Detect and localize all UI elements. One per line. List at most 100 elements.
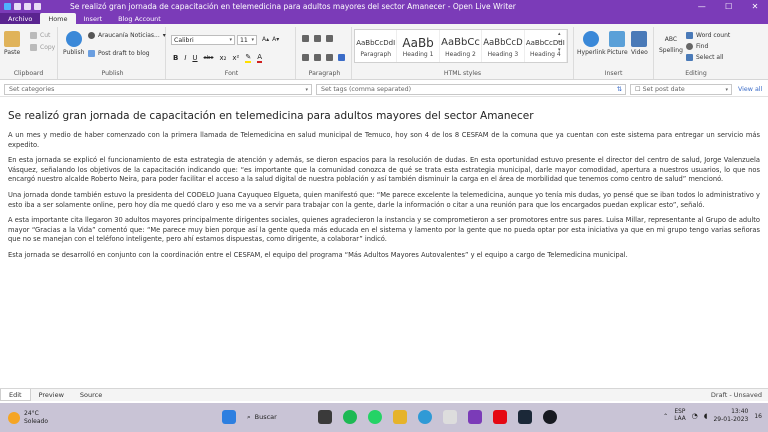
font-size-select[interactable]: 11 ▾ <box>237 35 257 45</box>
scissors-icon <box>30 32 37 39</box>
open-live-writer-icon[interactable] <box>468 410 482 424</box>
bullet-list-icon[interactable] <box>302 35 309 42</box>
copy-button[interactable]: Copy <box>30 44 55 51</box>
spotify-icon[interactable] <box>343 410 357 424</box>
underline-button[interactable]: U <box>192 54 197 62</box>
strikethrough-button[interactable]: abc <box>204 55 214 61</box>
gallery-more-icon[interactable]: ▾ <box>558 46 561 54</box>
tab-insert[interactable]: Insert <box>76 13 111 24</box>
tab-edit[interactable]: Edit <box>0 389 31 401</box>
blog-selector[interactable]: Araucanía Noticias... ▾ <box>88 32 166 39</box>
store-icon[interactable] <box>443 410 457 424</box>
tab-archivo[interactable]: Archivo <box>0 13 41 24</box>
post-paragraph[interactable]: Una jornada donde también estuvo la pres… <box>8 191 760 210</box>
publish-label: Publish <box>101 70 124 77</box>
spelling-button[interactable]: ABC Spelling <box>659 31 683 55</box>
word-count-icon <box>686 32 693 39</box>
word-count-button[interactable]: Word count <box>686 32 730 39</box>
categories-field[interactable]: Set categories ▾ <box>4 84 312 95</box>
notification-badge[interactable]: 16 <box>754 413 762 420</box>
taskbar-search[interactable]: ⌕ Buscar <box>247 413 307 422</box>
italic-button[interactable]: I <box>184 54 186 62</box>
task-view-icon[interactable] <box>318 410 332 424</box>
shrink-font-icon[interactable]: A▾ <box>272 36 279 43</box>
file-explorer-icon[interactable] <box>393 410 407 424</box>
superscript-button[interactable]: x² <box>232 54 239 62</box>
paste-button[interactable]: Paste <box>4 31 20 56</box>
grow-font-icon[interactable]: A▴ <box>262 36 269 43</box>
view-all-link[interactable]: View all <box>738 86 762 93</box>
numbered-list-icon[interactable] <box>314 35 321 42</box>
system-tray: ⌃ ESP LAA ◔ ◖ 13:40 29-01-2023 16 <box>663 408 762 424</box>
align-right-icon[interactable] <box>326 54 333 61</box>
redo-icon[interactable] <box>34 3 41 10</box>
tab-blog-account[interactable]: Blog Account <box>110 13 169 24</box>
close-button[interactable]: ✕ <box>752 2 759 11</box>
font-grow-shrink[interactable]: A▴ A▾ <box>262 36 279 43</box>
ribbon-tabs: Archivo Home Insert Blog Account <box>0 13 768 24</box>
language-indicator[interactable]: ESP LAA <box>674 409 685 423</box>
tab-source[interactable]: Source <box>72 389 110 401</box>
clock[interactable]: 13:40 29-01-2023 <box>713 408 748 424</box>
netflix-icon[interactable] <box>493 410 507 424</box>
font-format-row: B I U abc x₂ x² ✎ A <box>173 53 263 63</box>
gallery-scroll[interactable]: ▴ ▾ ▾ <box>558 30 561 54</box>
style-heading-3[interactable]: AaBbCcD Heading 3 <box>482 30 525 62</box>
taskbar-apps: ⌕ Buscar <box>222 410 557 424</box>
tags-input[interactable]: Set tags (comma separated) ⇅ <box>316 84 626 95</box>
align-left-icon[interactable] <box>302 54 309 61</box>
steam-icon[interactable] <box>543 410 557 424</box>
video-button[interactable]: Video <box>631 31 648 56</box>
gallery-down-icon[interactable]: ▾ <box>558 38 561 46</box>
edge-icon[interactable] <box>418 410 432 424</box>
hyperlink-button[interactable]: Hyperlink <box>577 31 606 56</box>
insert-label: Insert <box>604 70 623 77</box>
draft-icon <box>88 50 95 57</box>
find-button[interactable]: Find <box>686 43 708 50</box>
whatsapp-icon[interactable] <box>368 410 382 424</box>
minimize-button[interactable]: — <box>698 2 706 11</box>
style-heading-2[interactable]: AaBbCc Heading 2 <box>440 30 483 62</box>
globe-icon <box>65 31 82 47</box>
gallery-up-icon[interactable]: ▴ <box>558 30 561 38</box>
hyperlink-icon <box>583 31 600 47</box>
bold-button[interactable]: B <box>173 54 178 62</box>
subscript-button[interactable]: x₂ <box>219 54 226 62</box>
style-heading-1[interactable]: AaBb Heading 1 <box>397 30 440 62</box>
save-icon[interactable] <box>14 3 21 10</box>
block-quote-icon[interactable] <box>326 35 333 42</box>
picture-button[interactable]: Picture <box>607 31 628 56</box>
tab-preview[interactable]: Preview <box>31 389 72 401</box>
justify-icon[interactable] <box>338 54 345 61</box>
post-draft-button[interactable]: Post draft to blog <box>88 50 150 57</box>
post-title[interactable]: Se realizó gran jornada de capacitación … <box>8 110 760 122</box>
post-paragraph[interactable]: A un mes y medio de haber comenzado con … <box>8 131 760 150</box>
highlight-button[interactable]: ✎ <box>245 53 252 63</box>
prime-video-icon[interactable] <box>518 410 532 424</box>
post-editor[interactable]: Se realizó gran jornada de capacitación … <box>0 98 768 388</box>
select-all-icon <box>686 54 693 61</box>
windows-start-icon[interactable] <box>222 410 236 424</box>
post-date-checkbox[interactable]: ☐ Set post date <box>635 86 685 93</box>
select-all-button[interactable]: Select all <box>686 54 723 61</box>
tray-overflow-icon[interactable]: ⌃ <box>663 413 668 420</box>
clipboard-group: Paste Cut Copy Clipboard <box>0 27 58 79</box>
cut-button[interactable]: Cut <box>30 32 50 39</box>
volume-icon[interactable]: ◖ <box>704 412 708 420</box>
post-paragraph[interactable]: Esta jornada se desarrolló en conjunto c… <box>8 251 760 261</box>
calendar-icon[interactable]: ▾ <box>725 87 731 93</box>
weather-widget[interactable]: 24°C Soleado <box>0 410 200 426</box>
font-family-select[interactable]: Calibri ▾ <box>171 35 235 45</box>
wifi-icon[interactable]: ◔ <box>692 412 698 420</box>
undo-icon[interactable] <box>24 3 31 10</box>
publish-button[interactable]: Publish <box>63 31 84 56</box>
post-paragraph[interactable]: En esta jornada se explicó el funcionami… <box>8 156 760 185</box>
tab-home[interactable]: Home <box>40 13 76 24</box>
refresh-tags-icon[interactable]: ⇅ <box>617 86 625 93</box>
post-date-field[interactable]: ☐ Set post date ▾ <box>630 84 732 95</box>
style-paragraph[interactable]: AaBbCcDdI Paragraph <box>355 30 398 62</box>
font-color-button[interactable]: A <box>257 53 263 63</box>
post-paragraph[interactable]: A esta importante cita llegaron 30 adult… <box>8 216 760 245</box>
maximize-button[interactable]: ☐ <box>725 2 732 11</box>
align-center-icon[interactable] <box>314 54 321 61</box>
